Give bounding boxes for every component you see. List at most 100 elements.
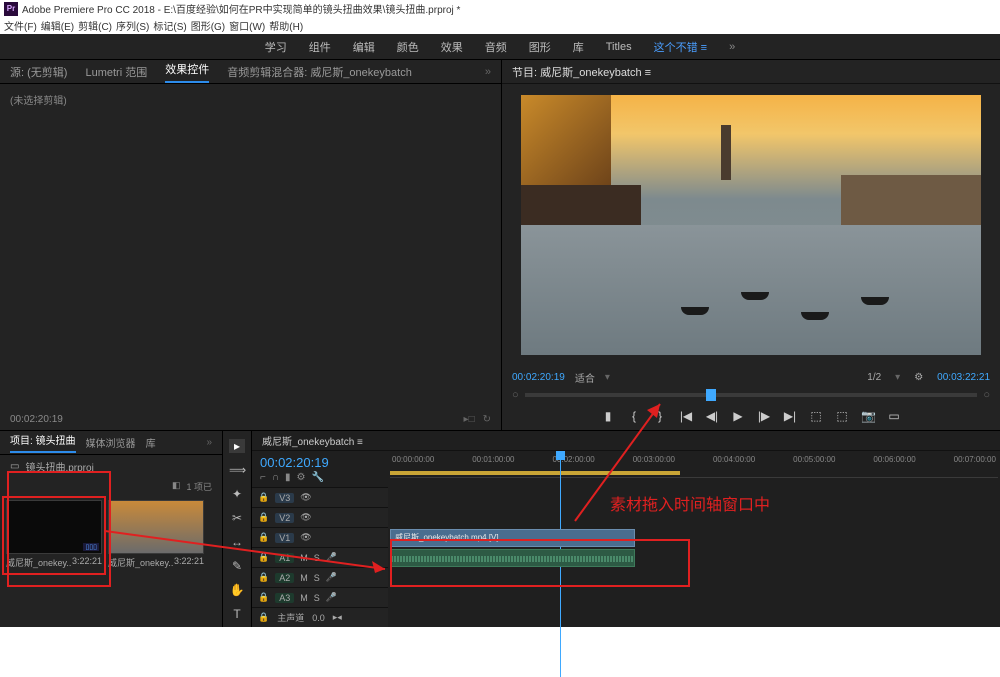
settings-icon[interactable]: ⚙ xyxy=(914,372,923,383)
project-panel: 项目: 镜头扭曲 媒体浏览器 库 » ▭镜头扭曲.prproj ◧ 1 项已 ▯▯… xyxy=(0,431,222,627)
menu-help[interactable]: 帮助(H) xyxy=(269,18,303,33)
step-back-icon[interactable]: ◀| xyxy=(705,409,719,423)
marker-icon[interactable]: ▮ xyxy=(601,409,615,423)
settings-icon[interactable]: ⚙ xyxy=(297,472,306,483)
slip-tool[interactable]: ↔ xyxy=(229,535,245,549)
tab-project[interactable]: 项目: 镜头扭曲 xyxy=(10,432,76,453)
selection-tool[interactable]: ▸ xyxy=(229,439,245,453)
ws-titles[interactable]: Titles xyxy=(606,41,632,53)
zoom-fit[interactable]: 适合 xyxy=(575,370,595,385)
menu-graphic[interactable]: 图形(G) xyxy=(191,18,225,33)
type-tool[interactable]: T xyxy=(229,607,245,621)
duration: 00:03:22:21 xyxy=(937,372,990,383)
workspace-tabs: 学习 组件 编辑 颜色 效果 音频 图形 库 Titles 这个不错 ≡ » xyxy=(0,34,1000,60)
source-panel: 源: (无剪辑) Lumetri 范围 效果控件 音频剪辑混合器: 威尼斯_on… xyxy=(0,60,502,430)
timeline-timecode[interactable]: 00:02:20:19 xyxy=(260,455,380,470)
format-badge: ▯▯▯ xyxy=(83,543,99,551)
marker-icon[interactable]: ▮ xyxy=(285,472,291,483)
menu-edit[interactable]: 编辑(E) xyxy=(41,18,74,33)
pen-tool[interactable]: ✎ xyxy=(229,559,245,573)
track-a2: 🔒A2MS🎤 xyxy=(252,567,388,587)
src-icon1[interactable]: ▸□ xyxy=(464,414,475,425)
source-tabs: 源: (无剪辑) Lumetri 范围 效果控件 音频剪辑混合器: 威尼斯_on… xyxy=(0,60,501,84)
ws-assembly[interactable]: 组件 xyxy=(309,39,331,55)
tab-media-browser[interactable]: 媒体浏览器 xyxy=(86,435,136,450)
tracks: 🔒V3👁 🔒V2👁 🔒V1👁 🔒A1MS🎤 🔒A2MS🎤 🔒A3MS🎤 🔒主声道… xyxy=(252,487,1000,627)
project-thumbs: ▯▯▯ 威尼斯_onekey..3:22:21 威尼斯_onekey..3:22… xyxy=(0,494,222,577)
clip-thumb-1[interactable]: ▯▯▯ 威尼斯_onekey..3:22:21 xyxy=(6,500,102,571)
step-fwd-icon[interactable]: |▶ xyxy=(757,409,771,423)
hand-tool[interactable]: ✋ xyxy=(229,583,245,597)
time-ruler[interactable]: 00:00:00:00 00:01:00:00 00:02:00:00 00:0… xyxy=(388,451,1000,487)
filter-icon[interactable]: ◧ xyxy=(172,480,181,493)
tool-palette: ▸ ⟹ ✦ ✂ ↔ ✎ ✋ T xyxy=(222,431,252,627)
resolution[interactable]: 1/2 xyxy=(867,372,881,383)
menu-marker[interactable]: 标记(S) xyxy=(153,18,186,33)
sequence-name[interactable]: 威尼斯_onekeybatch ≡ xyxy=(252,431,1000,451)
mid-row: 源: (无剪辑) Lumetri 范围 效果控件 音频剪辑混合器: 威尼斯_on… xyxy=(0,60,1000,430)
export-frame-icon[interactable]: ▭ xyxy=(887,409,901,423)
app-icon: Pr xyxy=(4,2,18,16)
master-track: 🔒主声道0.0▸◂ xyxy=(252,607,388,627)
bin-icon: ▭ xyxy=(10,461,19,472)
clip-thumb-2[interactable]: 威尼斯_onekey..3:22:21 xyxy=(108,500,204,571)
audio-clip[interactable] xyxy=(390,549,635,567)
program-info: 00:02:20:19 适合▾ 1/2▾ ⚙ 00:03:22:21 xyxy=(502,366,1000,388)
scrub-track[interactable] xyxy=(525,393,978,397)
scrub-head[interactable] xyxy=(706,389,716,401)
ripple-tool[interactable]: ✦ xyxy=(229,487,245,501)
program-title: 节目: 威尼斯_onekeybatch ≡ xyxy=(502,60,1000,84)
title-bar: Pr Adobe Premiere Pro CC 2018 - E:\百度经验\… xyxy=(0,0,1000,17)
in-icon[interactable]: { xyxy=(627,409,641,423)
menu-file[interactable]: 文件(F) xyxy=(4,18,37,33)
wrench-icon[interactable]: 🔧 xyxy=(312,472,324,483)
proj-more[interactable]: » xyxy=(206,437,212,448)
program-scrubber: ○ ○ xyxy=(502,388,1000,402)
tab-effect-controls[interactable]: 效果控件 xyxy=(165,61,209,83)
program-timecode[interactable]: 00:02:20:19 xyxy=(512,372,565,383)
ws-more[interactable]: » xyxy=(729,41,735,53)
track-select-tool[interactable]: ⟹ xyxy=(229,463,245,477)
video-clip[interactable]: 威尼斯_onekeybatch.mp4 [V] xyxy=(390,529,635,547)
play-icon[interactable]: ▶ xyxy=(731,409,745,423)
transport-controls: ▮ { } |◀ ◀| ▶ |▶ ▶| ⬚ ⬚ 📷 ▭ xyxy=(502,402,1000,430)
snap-icon[interactable]: ⌐ xyxy=(260,472,266,483)
app-root: Pr Adobe Premiere Pro CC 2018 - E:\百度经验\… xyxy=(0,0,1000,627)
ws-graphics[interactable]: 图形 xyxy=(529,39,551,55)
extract-icon[interactable]: ⬚ xyxy=(835,409,849,423)
program-panel: 节目: 威尼斯_onekeybatch ≡ 00:02:20:19 适合▾ 1/… xyxy=(502,60,1000,430)
track-v3: 🔒V3👁 xyxy=(252,487,388,507)
track-v2: 🔒V2👁 xyxy=(252,507,388,527)
work-area-bar[interactable] xyxy=(390,471,680,475)
goto-in-icon[interactable]: |◀ xyxy=(679,409,693,423)
tab-source[interactable]: 源: (无剪辑) xyxy=(10,64,67,80)
goto-out-icon[interactable]: ▶| xyxy=(783,409,797,423)
menu-window[interactable]: 窗口(W) xyxy=(229,18,265,33)
menu-bar: 文件(F) 编辑(E) 剪辑(C) 序列(S) 标记(S) 图形(G) 窗口(W… xyxy=(0,17,1000,34)
ws-custom[interactable]: 这个不错 ≡ xyxy=(654,39,707,55)
ws-library[interactable]: 库 xyxy=(573,39,584,55)
ws-audio[interactable]: 音频 xyxy=(485,39,507,55)
tab-lib[interactable]: 库 xyxy=(146,435,156,450)
panel-more[interactable]: » xyxy=(485,66,491,78)
lift-icon[interactable]: ⬚ xyxy=(809,409,823,423)
razor-tool[interactable]: ✂ xyxy=(229,511,245,525)
src-icon2[interactable]: ↻ xyxy=(483,414,491,425)
tab-audio-mixer[interactable]: 音频剪辑混合器: 威尼斯_onekeybatch xyxy=(227,64,412,80)
source-footer: 00:02:20:19 ▸□↻ xyxy=(0,408,501,430)
ws-edit[interactable]: 编辑 xyxy=(353,39,375,55)
ws-learn[interactable]: 学习 xyxy=(265,39,287,55)
track-a1: 🔒A1MS🎤 xyxy=(252,547,388,567)
window-title: Adobe Premiere Pro CC 2018 - E:\百度经验\如何在… xyxy=(22,1,460,16)
out-icon[interactable]: } xyxy=(653,409,667,423)
ws-effects[interactable]: 效果 xyxy=(441,39,463,55)
menu-clip[interactable]: 剪辑(C) xyxy=(78,18,112,33)
track-content[interactable]: 威尼斯_onekeybatch.mp4 [V] xyxy=(388,487,1000,627)
tab-lumetri[interactable]: Lumetri 范围 xyxy=(85,64,147,80)
link-icon[interactable]: ∩ xyxy=(272,472,279,483)
ws-color[interactable]: 颜色 xyxy=(397,39,419,55)
item-count: 1 项已 xyxy=(186,480,212,493)
snapshot-icon[interactable]: 📷 xyxy=(861,409,875,423)
menu-sequence[interactable]: 序列(S) xyxy=(116,18,149,33)
project-name: ▭镜头扭曲.prproj xyxy=(0,455,222,478)
